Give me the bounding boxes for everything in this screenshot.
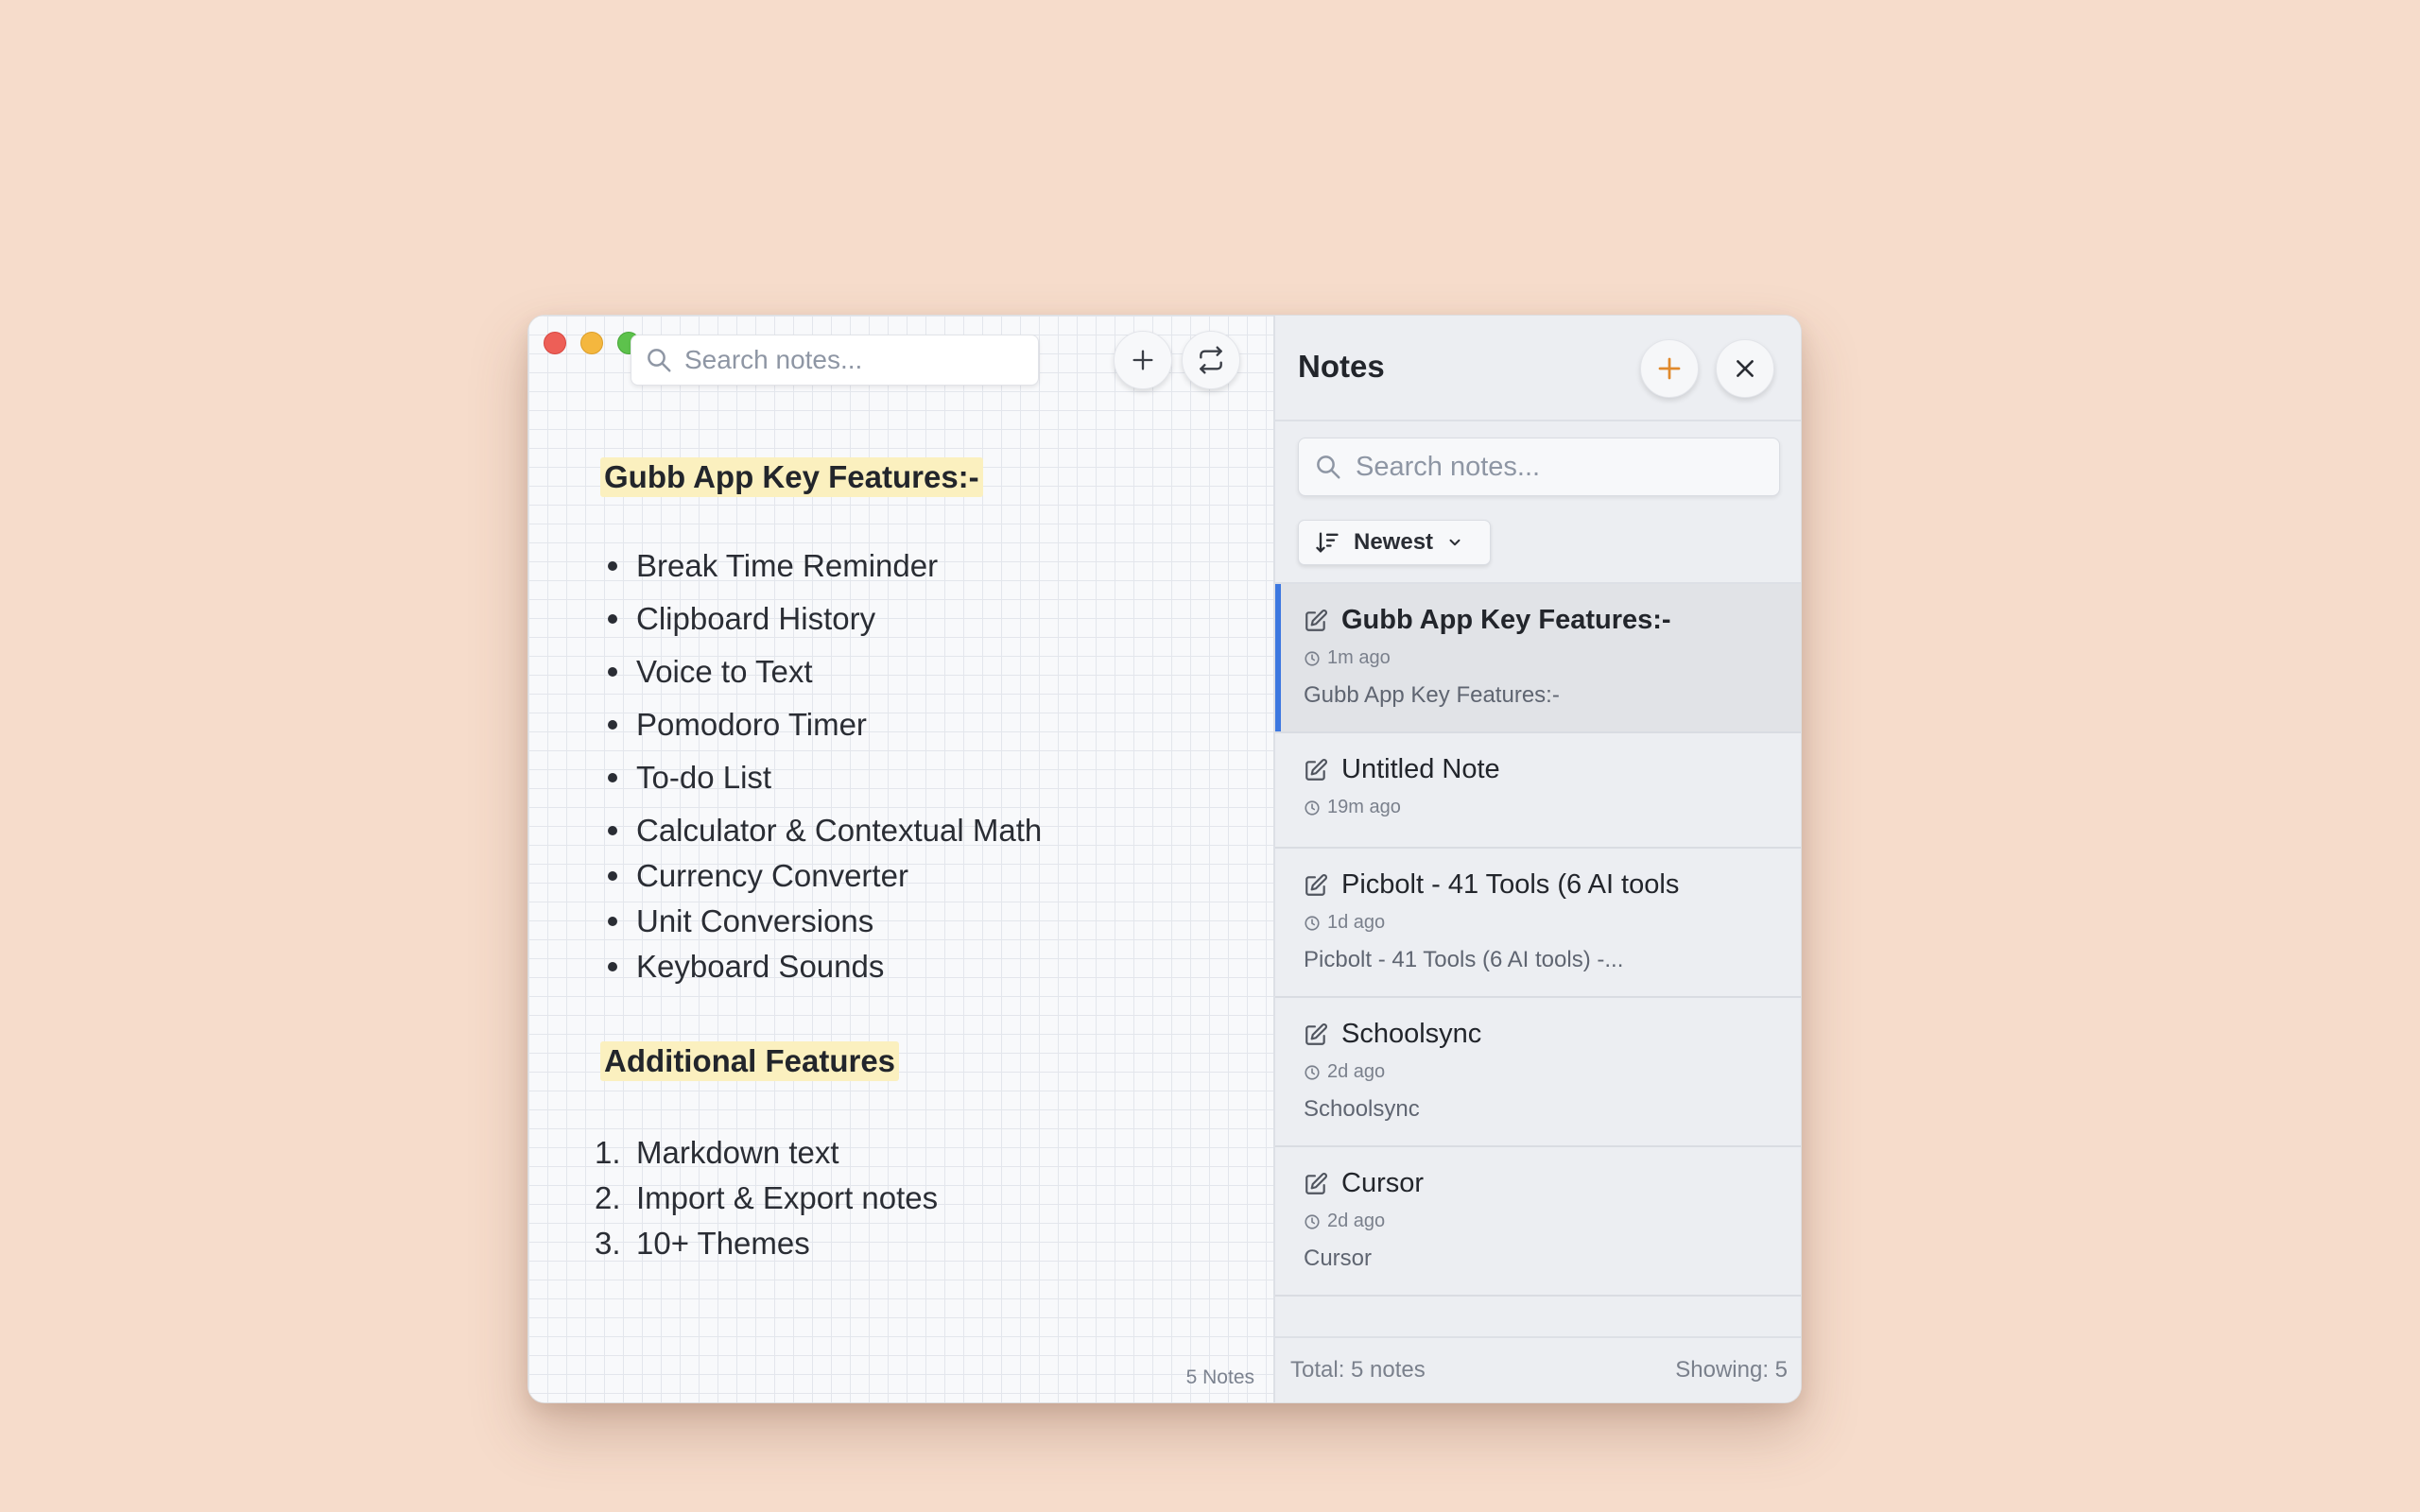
- note-list-item[interactable]: Cursor 2d ago Cursor: [1275, 1147, 1801, 1297]
- list-item: 3. 10+ Themes: [595, 1221, 1243, 1266]
- note-preview: Gubb App Key Features:-: [1304, 682, 1560, 708]
- search-icon: [1317, 455, 1340, 479]
- note-list-item[interactable]: Picbolt - 41 Tools (6 AI tools 1d ago Pi…: [1275, 849, 1801, 998]
- note-timestamp: 2d ago: [1327, 1061, 1386, 1082]
- sort-dropdown[interactable]: Newest: [1298, 520, 1491, 565]
- note-heading: Gubb App Key Features:-: [600, 457, 983, 497]
- edit-icon: [1305, 873, 1327, 896]
- note-title: Untitled Note: [1341, 754, 1500, 784]
- notes-sidebar: Notes Search notes... Newest Gubb App Ke…: [1273, 316, 1801, 1402]
- list-item: To-do List: [600, 758, 1243, 811]
- note-title: Picbolt - 41 Tools (6 AI tools: [1341, 869, 1680, 900]
- list-number: 2.: [595, 1180, 621, 1215]
- note-preview: Picbolt - 41 Tools (6 AI tools) -...: [1304, 947, 1624, 972]
- minimize-window-button[interactable]: [580, 332, 603, 354]
- edit-icon: [1305, 609, 1327, 631]
- list-item: Break Time Reminder: [600, 546, 1243, 599]
- sidebar-title: Notes: [1298, 349, 1385, 384]
- note-timestamp: 2d ago: [1327, 1211, 1386, 1231]
- additional-feature-list: 1. Markdown text 2. Import & Export notes …: [595, 1130, 1243, 1266]
- sync-icon: [1200, 346, 1222, 374]
- edit-icon: [1305, 1022, 1327, 1045]
- editor-search-input[interactable]: Search notes...: [631, 335, 1039, 386]
- sync-button[interactable]: [1182, 331, 1240, 389]
- sidebar-footer: Total: 5 notes Showing: 5: [1275, 1336, 1801, 1402]
- list-item: Unit Conversions: [600, 902, 1243, 947]
- plus-icon: [1132, 350, 1153, 370]
- note-list-item[interactable]: Untitled Note 19m ago: [1275, 733, 1801, 849]
- feature-list: Break Time Reminder Clipboard History Vo…: [600, 546, 1243, 992]
- list-item: Pomodoro Timer: [600, 705, 1243, 758]
- clock-icon: [1305, 915, 1320, 931]
- clock-icon: [1305, 799, 1320, 816]
- list-item: Currency Converter: [600, 856, 1243, 902]
- list-item: Voice to Text: [600, 652, 1243, 705]
- edit-icon: [1305, 1172, 1327, 1194]
- list-item: Calculator & Contextual Math: [600, 811, 1243, 856]
- sidebar-search-input[interactable]: Search notes...: [1298, 438, 1780, 496]
- add-note-button[interactable]: [1640, 339, 1699, 398]
- app-window: Search notes... Gubb App Key Features:- …: [527, 315, 1802, 1403]
- note-timestamp: 1d ago: [1327, 912, 1386, 933]
- notes-list: Gubb App Key Features:- 1m ago Gubb App …: [1275, 582, 1801, 1297]
- plus-icon: [1658, 357, 1681, 380]
- note-list-item[interactable]: Gubb App Key Features:- 1m ago Gubb App …: [1275, 584, 1801, 733]
- showing-notes-label: Showing: 5: [1675, 1357, 1788, 1383]
- list-item: 2. Import & Export notes: [595, 1176, 1243, 1221]
- clock-icon: [1305, 650, 1320, 666]
- search-icon: [648, 349, 671, 372]
- clock-icon: [1305, 1213, 1320, 1229]
- sidebar-header: Notes: [1275, 316, 1801, 421]
- list-number: 1.: [595, 1135, 621, 1170]
- editor-search-placeholder: Search notes...: [684, 345, 863, 374]
- list-item: Clipboard History: [600, 599, 1243, 652]
- note-title: Cursor: [1341, 1168, 1425, 1198]
- edit-icon: [1305, 758, 1327, 781]
- sort-label: Newest: [1354, 529, 1434, 555]
- note-preview: Schoolsync: [1304, 1096, 1420, 1122]
- list-item: 1. Markdown text: [595, 1130, 1243, 1176]
- note-timestamp: 19m ago: [1327, 797, 1401, 817]
- note-timestamp: 1m ago: [1327, 647, 1391, 668]
- list-text: 10+ Themes: [636, 1226, 810, 1261]
- new-note-button[interactable]: [1114, 331, 1172, 389]
- note-list-item[interactable]: Schoolsync 2d ago Schoolsync: [1275, 998, 1801, 1147]
- list-item: Keyboard Sounds: [600, 947, 1243, 992]
- list-text: Markdown text: [636, 1135, 839, 1170]
- clock-icon: [1305, 1064, 1320, 1080]
- note-preview: Cursor: [1304, 1246, 1373, 1271]
- note-subheading: Additional Features: [600, 1041, 900, 1081]
- list-text: Import & Export notes: [636, 1180, 939, 1215]
- total-notes-label: Total: 5 notes: [1290, 1357, 1426, 1383]
- note-editor[interactable]: Search notes... Gubb App Key Features:- …: [528, 316, 1273, 1402]
- notes-count-label: 5 Notes: [1185, 1366, 1254, 1388]
- note-title: Schoolsync: [1341, 1019, 1482, 1049]
- sort-icon: [1316, 532, 1339, 553]
- close-icon: [1737, 360, 1754, 377]
- window-controls: [544, 332, 640, 354]
- close-sidebar-button[interactable]: [1716, 339, 1774, 398]
- chevron-down-icon: [1449, 539, 1461, 546]
- note-content[interactable]: Gubb App Key Features:- Break Time Remin…: [595, 457, 1243, 1266]
- close-window-button[interactable]: [544, 332, 566, 354]
- note-title: Gubb App Key Features:-: [1341, 605, 1671, 635]
- sidebar-search-placeholder: Search notes...: [1356, 451, 1541, 482]
- list-number: 3.: [595, 1226, 621, 1261]
